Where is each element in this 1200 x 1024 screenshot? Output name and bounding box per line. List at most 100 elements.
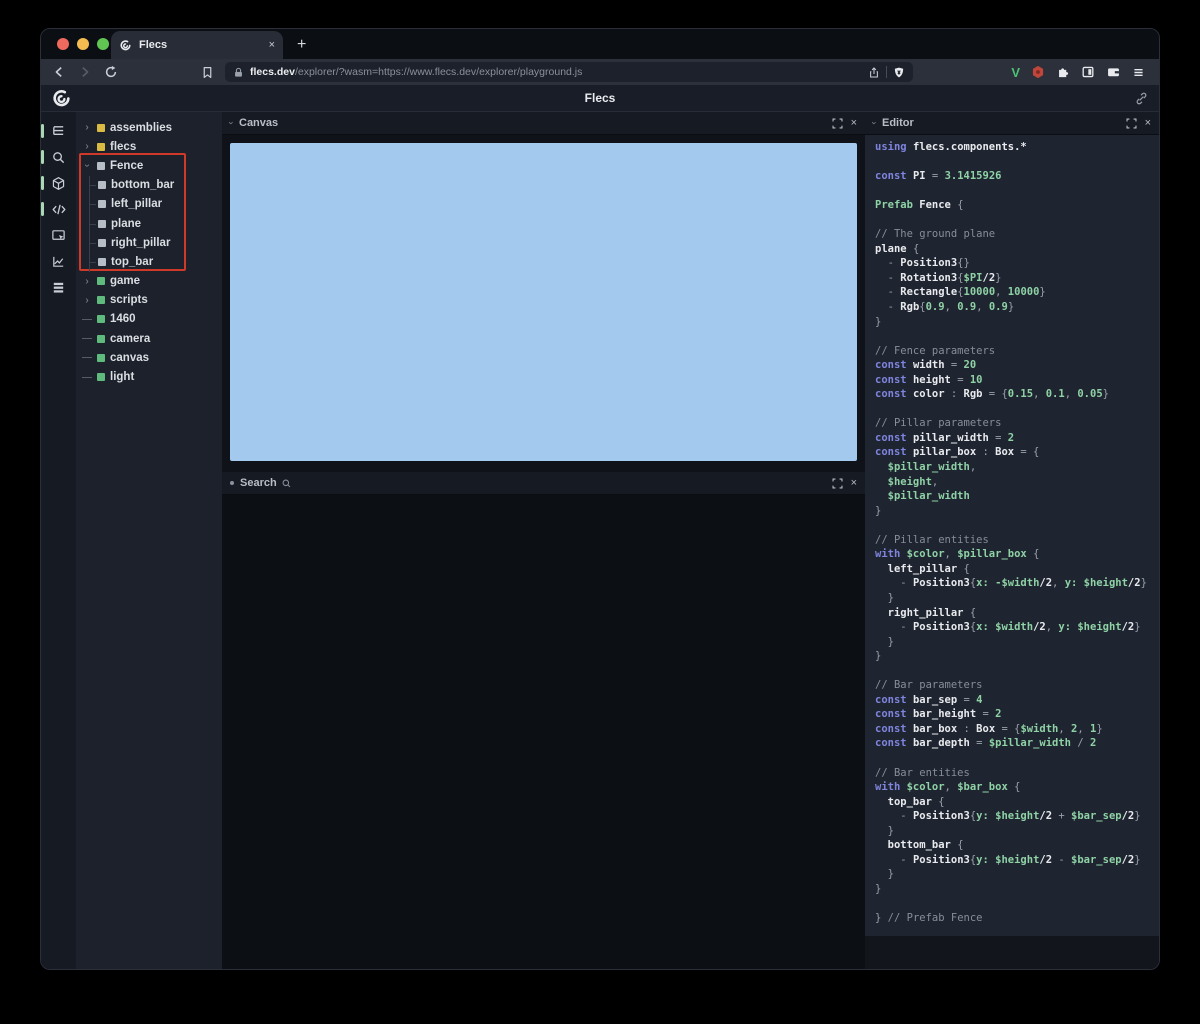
code-line[interactable]: - Rgb{0.9, 0.9, 0.9} <box>875 300 1149 315</box>
browser-tab[interactable]: Flecs × <box>111 31 283 59</box>
code-line[interactable]: $pillar_width <box>875 489 1149 504</box>
code-line[interactable]: const PI = 3.1415926 <box>875 169 1149 184</box>
code-line[interactable] <box>875 402 1149 417</box>
tree-item-plane[interactable]: plane <box>76 213 222 234</box>
code-line[interactable]: right_pillar { <box>875 606 1149 621</box>
tree-item-1460[interactable]: 1460 <box>76 310 222 329</box>
canvas-3d-viewport[interactable] <box>230 143 857 461</box>
expand-icon[interactable] <box>832 477 843 489</box>
tree-toggle-icon[interactable]: › <box>82 295 92 306</box>
code-line[interactable] <box>875 664 1149 679</box>
search-results-area[interactable] <box>222 495 865 969</box>
code-line[interactable]: } // Prefab Fence <box>875 911 1149 926</box>
code-line[interactable]: // Pillar parameters <box>875 416 1149 431</box>
code-line[interactable]: - Position3{x: -$width/2, y: $height/2} <box>875 576 1149 591</box>
expand-icon[interactable] <box>832 117 843 129</box>
vue-devtools-extension-icon[interactable]: V <box>1011 65 1020 80</box>
tree-toggle-icon[interactable]: › <box>82 161 93 171</box>
tree-item-Fence[interactable]: › Fence <box>76 156 222 175</box>
code-line[interactable]: // Fence parameters <box>875 344 1149 359</box>
share-icon[interactable] <box>868 66 880 79</box>
brave-shield-icon[interactable] <box>893 66 905 79</box>
code-line[interactable] <box>875 155 1149 170</box>
code-line[interactable] <box>875 184 1149 199</box>
code-line[interactable]: plane { <box>875 242 1149 257</box>
code-line[interactable] <box>875 329 1149 344</box>
code-line[interactable]: const pillar_box : Box = { <box>875 445 1149 460</box>
tree-item-camera[interactable]: camera <box>76 329 222 348</box>
code-line[interactable]: const bar_sep = 4 <box>875 693 1149 708</box>
code-line[interactable]: $pillar_width, <box>875 460 1149 475</box>
reload-button[interactable] <box>101 63 121 81</box>
sidebar-item-canvas[interactable] <box>41 170 76 196</box>
search-panel-header[interactable]: Search × <box>222 472 865 495</box>
code-line[interactable]: const height = 10 <box>875 373 1149 388</box>
code-line[interactable]: } <box>875 315 1149 330</box>
editor-panel-header[interactable]: › Editor × <box>865 112 1159 135</box>
tree-item-top_bar[interactable]: top_bar <box>76 252 222 272</box>
tree-item-bottom_bar[interactable]: bottom_bar <box>76 175 222 195</box>
tree-toggle-icon[interactable]: › <box>82 276 92 287</box>
code-line[interactable]: - Position3{} <box>875 256 1149 271</box>
code-line[interactable]: } <box>875 591 1149 606</box>
code-line[interactable]: } <box>875 867 1149 882</box>
zoom-window-button[interactable] <box>97 38 109 50</box>
code-line[interactable]: const bar_depth = $pillar_width / 2 <box>875 736 1149 751</box>
code-line[interactable]: $height, <box>875 475 1149 490</box>
tree-item-flecs[interactable]: › flecs <box>76 137 222 156</box>
expand-icon[interactable] <box>1126 117 1137 129</box>
sidebar-item-statistics[interactable] <box>41 248 76 274</box>
menu-icon[interactable] <box>1132 66 1145 79</box>
code-line[interactable]: const pillar_width = 2 <box>875 431 1149 446</box>
close-icon[interactable]: × <box>851 477 857 489</box>
wallet-icon[interactable] <box>1106 65 1121 79</box>
code-line[interactable]: - Rotation3{$PI/2} <box>875 271 1149 286</box>
editor-code[interactable]: using flecs.components.* const PI = 3.14… <box>865 135 1159 936</box>
chevron-down-icon[interactable]: › <box>227 122 237 125</box>
tree-item-assemblies[interactable]: › assemblies <box>76 118 222 137</box>
code-line[interactable]: // Bar parameters <box>875 678 1149 693</box>
new-tab-button[interactable]: + <box>297 36 306 54</box>
chevron-down-icon[interactable]: › <box>870 122 880 125</box>
code-line[interactable] <box>875 213 1149 228</box>
close-icon[interactable]: × <box>851 117 857 129</box>
code-line[interactable]: } <box>875 504 1149 519</box>
canvas-panel-header[interactable]: › Canvas × <box>222 112 865 135</box>
extensions-puzzle-icon[interactable] <box>1056 65 1070 79</box>
code-line[interactable]: - Rectangle{10000, 10000} <box>875 285 1149 300</box>
code-line[interactable]: // Pillar entities <box>875 533 1149 548</box>
code-line[interactable]: } <box>875 882 1149 897</box>
tab-close-icon[interactable]: × <box>269 39 275 51</box>
bookmark-icon[interactable] <box>197 63 217 81</box>
close-window-button[interactable] <box>57 38 69 50</box>
tree-item-light[interactable]: light <box>76 367 222 386</box>
tree-toggle-icon[interactable]: › <box>82 122 92 133</box>
tree-item-game[interactable]: › game <box>76 272 222 291</box>
code-line[interactable]: top_bar { <box>875 795 1149 810</box>
code-line[interactable] <box>875 518 1149 533</box>
url-bar[interactable]: flecs.dev/explorer/?wasm=https://www.fle… <box>225 62 913 82</box>
sidebar-toggle-icon[interactable] <box>1081 65 1095 79</box>
tree-toggle-icon[interactable]: › <box>82 141 92 152</box>
red-hexagon-extension-icon[interactable] <box>1031 65 1045 79</box>
code-line[interactable]: const bar_height = 2 <box>875 707 1149 722</box>
close-icon[interactable]: × <box>1145 117 1151 129</box>
code-line[interactable]: - Position3{y: $height/2 + $bar_sep/2} <box>875 809 1149 824</box>
sidebar-item-inspector[interactable] <box>41 222 76 248</box>
code-line[interactable]: // Bar entities <box>875 766 1149 781</box>
code-line[interactable]: } <box>875 824 1149 839</box>
sidebar-item-editor[interactable] <box>41 196 76 222</box>
tree-item-right_pillar[interactable]: right_pillar <box>76 233 222 253</box>
code-line[interactable] <box>875 751 1149 766</box>
code-line[interactable]: - Position3{x: $width/2, y: $height/2} <box>875 620 1149 635</box>
code-line[interactable]: left_pillar { <box>875 562 1149 577</box>
sidebar-item-entity-tree[interactable] <box>41 118 76 144</box>
sidebar-item-logs[interactable] <box>41 274 76 300</box>
tree-item-scripts[interactable]: › scripts <box>76 291 222 310</box>
sidebar-item-query[interactable] <box>41 144 76 170</box>
minimize-window-button[interactable] <box>77 38 89 50</box>
code-line[interactable]: with $color, $bar_box { <box>875 780 1149 795</box>
code-line[interactable]: bottom_bar { <box>875 838 1149 853</box>
tree-item-canvas[interactable]: canvas <box>76 348 222 367</box>
code-line[interactable]: Prefab Fence { <box>875 198 1149 213</box>
